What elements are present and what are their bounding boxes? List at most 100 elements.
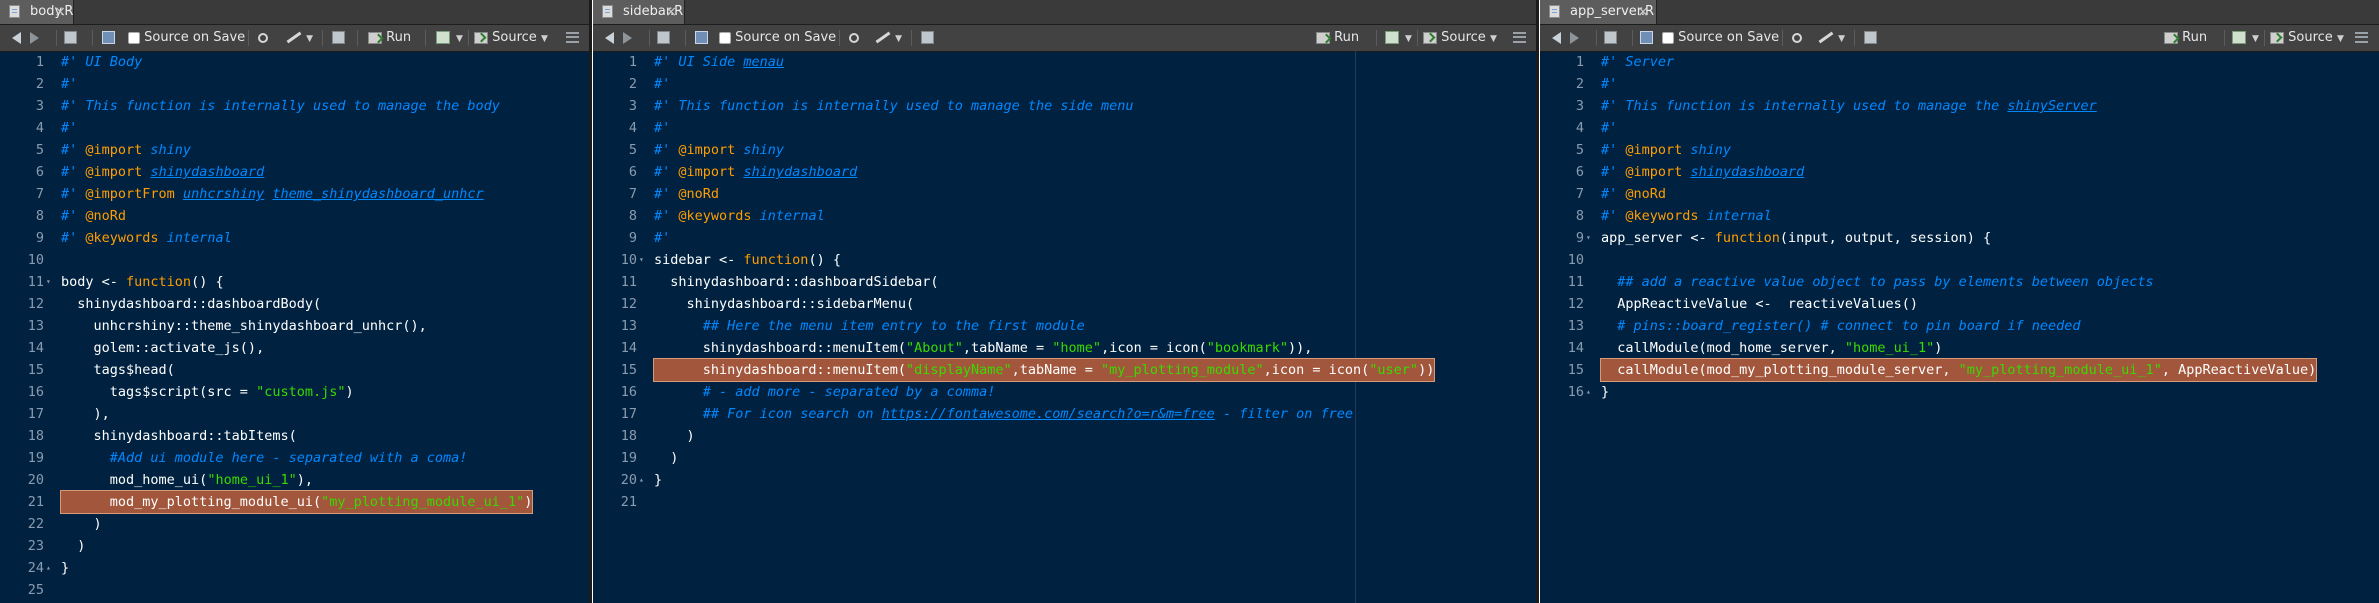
code-line[interactable]: 15 callModule(mod_my_plotting_module_ser… — [1540, 358, 2379, 382]
close-icon[interactable]: × — [665, 0, 677, 24]
code-line[interactable]: 16 ▴} — [1540, 381, 2379, 403]
code-line[interactable]: 1 #' UI Side menau — [593, 51, 1536, 73]
code-line[interactable]: 17 ), — [0, 403, 589, 425]
code-line[interactable]: 3 #' This function is internally used to … — [0, 95, 589, 117]
code-line[interactable]: 6 #' @import shinydashboard — [593, 161, 1536, 183]
code-line[interactable]: 4 #' — [593, 117, 1536, 139]
code-token[interactable]: unhcrshiny — [183, 186, 264, 202]
code-line[interactable]: 8 #' @noRd — [0, 205, 589, 227]
code-token[interactable]: shinydashboard — [150, 164, 264, 180]
code-token[interactable]: shinyServer — [2007, 98, 2096, 114]
code-editor[interactable]: 1 #' UI Side menau 2 #' 3 #' This function is… — [593, 51, 1536, 603]
code-line[interactable]: 17 ## For icon search on https://fontawe… — [593, 403, 1536, 425]
code-line[interactable]: 7 #' @noRd — [593, 183, 1536, 205]
code-line[interactable]: 5 #' @import shiny — [0, 139, 589, 161]
source-on-save-toggle[interactable]: Source on Save — [128, 25, 245, 51]
code-line[interactable]: 12 shinydashboard::sidebarMenu( — [593, 293, 1536, 315]
code-line[interactable]: 5 #' @import shiny — [593, 139, 1536, 161]
back-button[interactable] — [605, 25, 614, 51]
code-line[interactable]: 3 #' This function is internally used to … — [1540, 95, 2379, 117]
back-button[interactable] — [1552, 25, 1561, 51]
close-icon[interactable]: × — [54, 0, 66, 24]
code-line[interactable]: 13 unhcrshiny::theme_shinydashboard_unhc… — [0, 315, 589, 337]
forward-button[interactable] — [623, 25, 632, 51]
code-line[interactable]: 4 #' — [0, 117, 589, 139]
tab-sidebar-r[interactable]: sidebar.R × — [593, 0, 685, 24]
code-token[interactable]: https://fontawesome.com/search?o=r&m=fre… — [882, 406, 1215, 422]
code-line[interactable]: 2 #' — [593, 73, 1536, 95]
code-line[interactable]: 14 golem::activate_js(), — [0, 337, 589, 359]
code-line[interactable]: 14 callModule(mod_home_server, "home_ui_… — [1540, 337, 2379, 359]
code-line[interactable]: 10 ▾ sidebar <- function() { — [593, 249, 1536, 271]
save-button[interactable] — [1640, 25, 1653, 51]
show-in-window-button[interactable] — [64, 25, 77, 51]
run-button[interactable]: Run — [368, 25, 411, 51]
code-line[interactable]: 18 shinydashboard::tabItems( — [0, 425, 589, 447]
code-tools-button[interactable]: ▼ — [875, 25, 902, 51]
code-token[interactable]: shinydashboard — [743, 164, 857, 180]
tab-body-r[interactable]: body.R × — [0, 0, 74, 24]
show-in-window-button[interactable] — [1604, 25, 1617, 51]
code-line[interactable]: 12 shinydashboard::dashboardBody( — [0, 293, 589, 315]
compile-report-button[interactable] — [921, 25, 934, 51]
save-button[interactable] — [695, 25, 708, 51]
code-tools-button[interactable]: ▼ — [1818, 25, 1845, 51]
find-button[interactable] — [849, 25, 859, 51]
code-token[interactable]: shinydashboard — [1690, 164, 1804, 180]
code-line[interactable]: 25 — [0, 579, 589, 601]
code-editor[interactable]: 1 #' UI Body 2 #' 3 #' This function is inter… — [0, 51, 589, 603]
code-line[interactable]: 5 #' @import shiny — [1540, 139, 2379, 161]
code-line[interactable]: 18 ) — [593, 425, 1536, 447]
run-button[interactable]: Run — [1316, 25, 1359, 51]
code-line[interactable]: 16 tags$script(src = "custom.js") — [0, 381, 589, 403]
code-line[interactable]: 9 ▾ app_server <- function(input, output, … — [1540, 227, 2379, 249]
code-line[interactable]: 19 #Add ui module here - separated with … — [0, 447, 589, 469]
code-line[interactable]: 11 shinydashboard::dashboardSidebar( — [593, 271, 1536, 293]
code-line[interactable]: 11 ▾ body <- function() { — [0, 271, 589, 293]
code-line[interactable]: 23 ) — [0, 535, 589, 557]
compile-report-button[interactable] — [332, 25, 345, 51]
forward-button[interactable] — [30, 25, 39, 51]
code-line[interactable]: 6 #' @import shinydashboard — [1540, 161, 2379, 183]
rerun-dropdown[interactable]: ▼ — [456, 25, 463, 51]
code-line[interactable]: 2 #' — [1540, 73, 2379, 95]
code-line[interactable]: 8 #' @keywords internal — [593, 205, 1536, 227]
code-line[interactable]: 15 shinydashboard::menuItem("displayName… — [593, 358, 1536, 382]
code-line[interactable]: 7 #' @noRd — [1540, 183, 2379, 205]
code-line[interactable]: 13 ## Here the menu item entry to the fi… — [593, 315, 1536, 337]
code-line[interactable]: 19 ) — [593, 447, 1536, 469]
rerun-button[interactable] — [436, 25, 450, 51]
forward-button[interactable] — [1570, 25, 1579, 51]
code-line[interactable]: 20 mod_home_ui("home_ui_1"), — [0, 469, 589, 491]
fold-toggle-icon[interactable]: ▾ — [639, 249, 644, 271]
fold-toggle-icon[interactable]: ▴ — [46, 557, 51, 579]
tab-app-server-r[interactable]: app_server.R × — [1540, 0, 1657, 24]
rerun-dropdown[interactable]: ▼ — [2252, 25, 2259, 51]
document-outline-button[interactable] — [566, 25, 579, 51]
source-on-save-toggle[interactable]: Source on Save — [719, 25, 836, 51]
code-token[interactable]: theme_shinydashboard_unhcr — [272, 186, 483, 202]
code-line[interactable]: 9 #' — [593, 227, 1536, 249]
rerun-dropdown[interactable]: ▼ — [1405, 25, 1412, 51]
code-editor[interactable]: 1 #' Server 2 #' 3 #' This function is intern… — [1540, 51, 2379, 603]
compile-report-button[interactable] — [1864, 25, 1877, 51]
find-button[interactable] — [258, 25, 268, 51]
code-line[interactable]: 9 #' @keywords internal — [0, 227, 589, 249]
code-line[interactable]: 7 #' @importFrom unhcrshiny theme_shinyda… — [0, 183, 589, 205]
code-line[interactable]: 24 ▴} — [0, 557, 589, 579]
code-token[interactable]: menau — [743, 54, 784, 70]
rerun-button[interactable] — [2232, 25, 2246, 51]
code-line[interactable]: 6 #' @import shinydashboard — [0, 161, 589, 183]
show-in-window-button[interactable] — [657, 25, 670, 51]
fold-toggle-icon[interactable]: ▾ — [1586, 227, 1591, 249]
source-on-save-toggle[interactable]: Source on Save — [1662, 25, 1779, 51]
code-line[interactable]: 12 AppReactiveValue <- reactiveValues() — [1540, 293, 2379, 315]
rerun-button[interactable] — [1385, 25, 1399, 51]
document-outline-button[interactable] — [2355, 25, 2368, 51]
source-button[interactable]: Source ▼ — [2270, 25, 2344, 51]
code-line[interactable]: 15 tags$head( — [0, 359, 589, 381]
code-line[interactable]: 22 ) — [0, 513, 589, 535]
code-line[interactable]: 10 — [1540, 249, 2379, 271]
checkbox-icon[interactable] — [1662, 31, 1674, 44]
code-line[interactable]: 10 — [0, 249, 589, 271]
